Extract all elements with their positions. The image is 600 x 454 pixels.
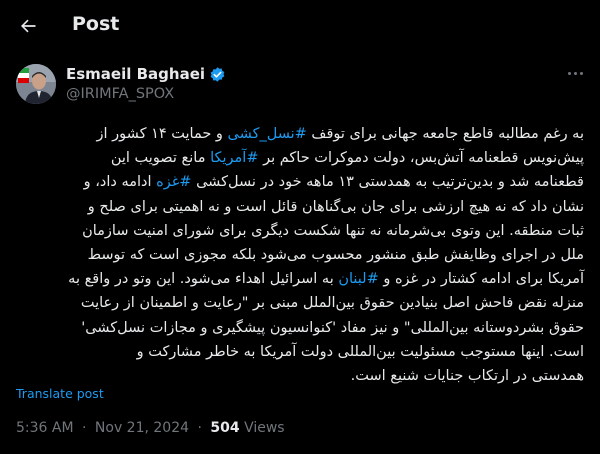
tweet-text-segment: ملل در اجرای وظایفش طبق منشور محسوب می‌ش…: [87, 247, 584, 264]
arrow-left-icon: [21, 19, 36, 33]
tweet-text-segment: نشان داد که نه هیچ ارزشی برای جان بی‌گنا…: [87, 198, 584, 215]
author-name[interactable]: Esmaeil Baghaei: [66, 65, 205, 83]
post-metadata: 5:36 AM · Nov 21, 2024 · 504 Views: [16, 420, 285, 436]
tweet-line: ملل در اجرای وظایفش طبق منشور محسوب می‌ش…: [16, 243, 584, 267]
views-count: 504: [210, 420, 240, 436]
verified-badge-icon: [210, 66, 225, 82]
separator: ·: [82, 420, 87, 436]
tweet-text-segment: حقوق بشردوستانه بین‌المللی" و نیز مفاد '…: [81, 319, 584, 336]
views-label: Views: [244, 420, 285, 436]
tweet-text-segment: است. اینها مستوجب مسئولیت بین‌المللی دول…: [136, 343, 584, 360]
tweet-line: ثبات منطقه. این وتوی بی‌شرمانه نه تنها ش…: [16, 219, 584, 243]
tweet-text-segment: آمریکا برای ادامه کشتار در غزه و: [378, 271, 584, 288]
tweet-line: پیش‌نویس قطعنامه آتش‌بس، دولت دموکرات حا…: [16, 146, 584, 170]
tweet-text-segment: قطعنامه شد و بدین‌ترتیب به همدستی ۱۳ ماه…: [191, 174, 584, 191]
tweet-line: نشان داد که نه هیچ ارزشی برای جان بی‌گنا…: [16, 195, 584, 219]
tweet-text-segment: پیش‌نویس قطعنامه آتش‌بس، دولت دموکرات حا…: [258, 150, 584, 167]
tweet-text-segment: به اسرائیل اهداء می‌شود. این وتو در واقع…: [68, 271, 339, 288]
tweet-line: به رغم مطالبه قاطع جامعه جهانی برای توقف…: [16, 122, 585, 146]
tweet-text-segment: ادامه داد، و: [83, 174, 157, 191]
hashtag-link[interactable]: #آمریکا: [210, 150, 258, 166]
more-horizontal-icon: [566, 71, 584, 75]
more-options-button[interactable]: [564, 63, 586, 83]
hashtag-link[interactable]: #لبنان: [338, 271, 378, 287]
tweet-text-segment: همدستی در ارتکاب جنایات شنیع است.: [350, 368, 584, 385]
tweet-text-segment: ثبات منطقه. این وتوی بی‌شرمانه نه تنها ش…: [82, 222, 584, 239]
tweet-text: به رغم مطالبه قاطع جامعه جهانی برای توقف…: [16, 122, 584, 388]
tweet-text-segment: به رغم مطالبه قاطع جامعه جهانی برای توقف: [306, 126, 584, 142]
author-name-row: Esmaeil Baghaei: [66, 64, 226, 84]
back-button[interactable]: [14, 12, 42, 40]
post-date[interactable]: Nov 21, 2024: [95, 420, 189, 436]
avatar-image: [16, 64, 56, 104]
tweet-line: آمریکا برای ادامه کشتار در غزه و #لبنان …: [16, 267, 584, 291]
tweet-line: قطعنامه شد و بدین‌ترتیب به همدستی ۱۳ ماه…: [16, 170, 584, 194]
translate-post-link[interactable]: Translate post: [16, 386, 104, 401]
author-handle[interactable]: @IRIMFA_SPOX: [66, 86, 174, 102]
avatar[interactable]: [16, 64, 56, 104]
hashtag-link[interactable]: #غزه: [156, 174, 191, 190]
tweet-line: است. اینها مستوجب مسئولیت بین‌المللی دول…: [16, 340, 584, 364]
tweet-text-segment: و حمایت ۱۴ کشور از: [96, 126, 228, 142]
page-title: Post: [72, 13, 120, 35]
tweet-line: همدستی در ارتکاب جنایات شنیع است.: [16, 364, 584, 388]
tweet-line: حقوق بشردوستانه بین‌المللی" و نیز مفاد '…: [16, 316, 584, 340]
separator: ·: [197, 420, 202, 436]
tweet-text-segment: منزله نقض فاحش اصل بنیادین حقوق بین‌المل…: [80, 295, 584, 312]
post-time[interactable]: 5:36 AM: [16, 420, 74, 436]
hashtag-link[interactable]: #نسل_کشی: [228, 126, 307, 142]
tweet-line: منزله نقض فاحش اصل بنیادین حقوق بین‌المل…: [16, 291, 584, 315]
header: Post: [0, 0, 600, 52]
tweet-text-segment: مانع تصویب این: [110, 150, 211, 167]
